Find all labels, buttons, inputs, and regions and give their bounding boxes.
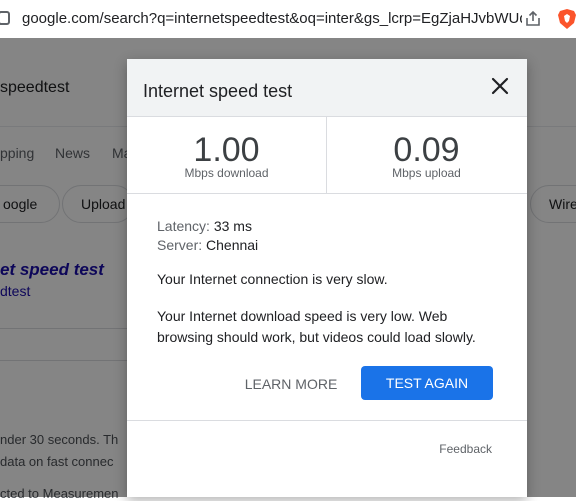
server-value: Chennai [206,237,259,253]
url-text[interactable]: google.com/search?q=internetspeedtest&oq… [22,10,522,27]
brave-shield-icon[interactable] [557,8,576,30]
download-speed-unit: Mbps download [184,166,269,180]
test-again-button[interactable]: TEST AGAIN [361,366,493,400]
download-speed-value: 1.00 [193,131,260,169]
feedback-link[interactable]: Feedback [427,442,492,456]
dialog-title: Internet speed test [143,81,293,101]
latency-label: Latency: [157,218,210,234]
site-info-icon[interactable] [0,11,10,25]
latency-value: 33 ms [213,218,252,234]
speed-test-dialog: Internet speed test 1.00 Mbps download 0… [127,59,527,497]
upload-speed-unit: Mbps upload [392,166,461,180]
divider [127,116,527,117]
latency-row: Latency: 33 ms [157,218,252,234]
learn-more-button[interactable]: LEARN MORE [231,367,351,401]
divider [127,420,527,421]
server-label: Server: [157,237,203,253]
server-row: Server: Chennai [157,237,258,253]
share-icon[interactable] [524,10,542,28]
status-message: Your Internet connection is very slow. [157,271,388,287]
close-icon[interactable] [489,75,511,97]
upload-speed-value: 0.09 [393,131,460,169]
address-bar[interactable]: google.com/search?q=internetspeedtest&oq… [0,0,576,39]
dialog-header: Internet speed test [127,59,527,116]
divider [127,193,527,194]
speed-explanation: Your Internet download speed is very low… [157,308,476,345]
